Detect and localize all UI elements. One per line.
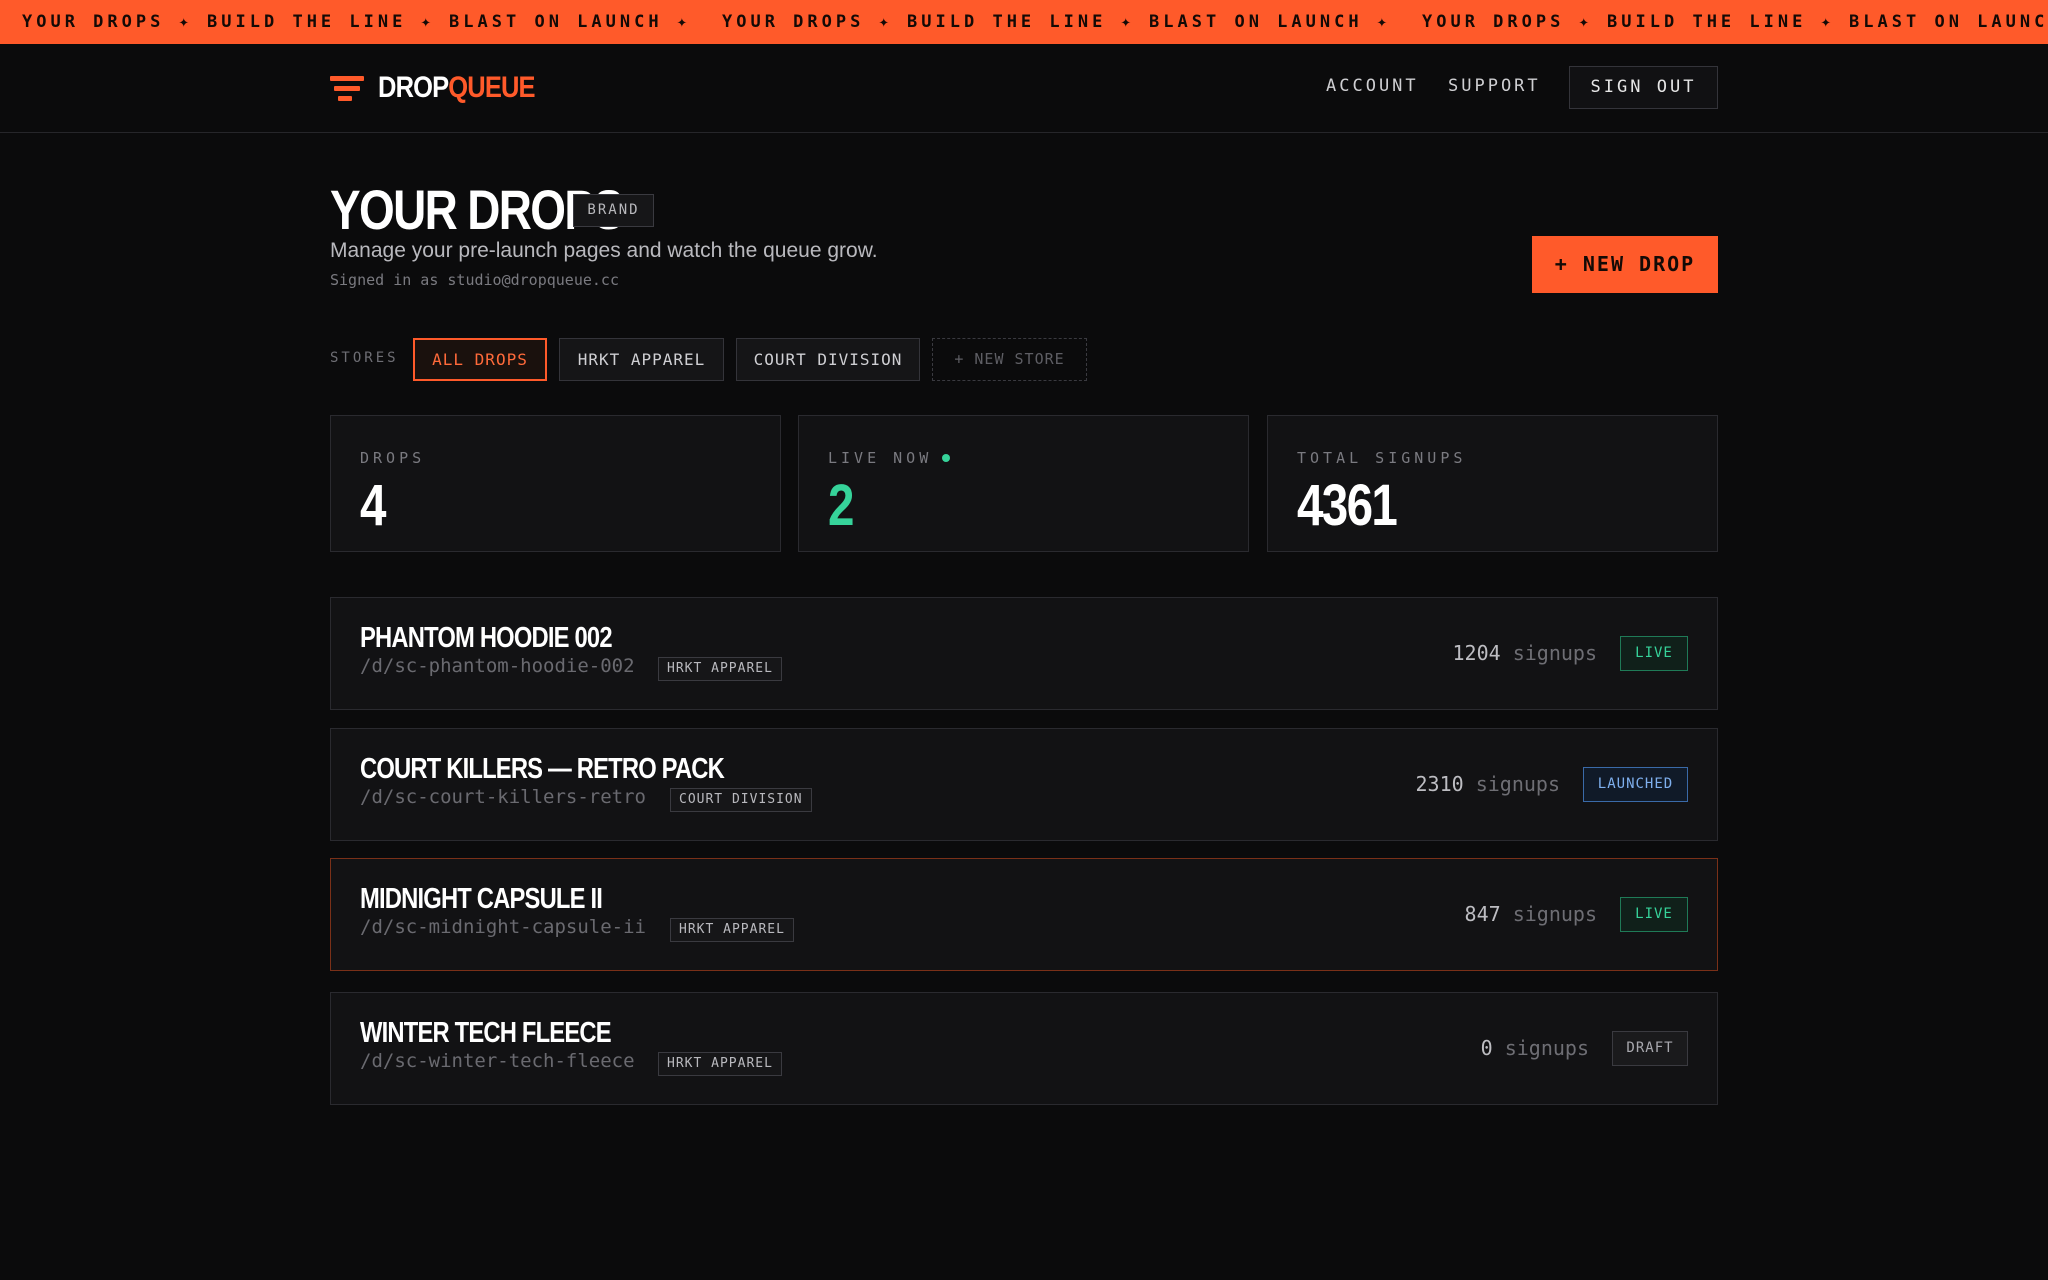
stat-label: DROPS (360, 449, 426, 467)
stat-value: 2 (828, 473, 854, 538)
store-tag: HRKT APPAREL (670, 918, 794, 942)
new-store-button[interactable]: + NEW STORE (932, 338, 1087, 381)
drop-path: /d/sc-midnight-capsule-ii (360, 916, 646, 938)
ticker-text: YOUR DROPS ✦ BUILD THE LINE ✦ BLAST ON L… (722, 12, 1392, 32)
drop-row[interactable]: MIDNIGHT CAPSULE II /d/sc-midnight-capsu… (330, 858, 1718, 971)
drop-row[interactable]: COURT KILLERS — RETRO PACK /d/sc-court-k… (330, 728, 1718, 841)
signup-count: 1204 signups (1452, 641, 1597, 665)
signup-count: 2310 signups (1415, 772, 1560, 796)
drop-name: COURT KILLERS — RETRO PACK (360, 753, 725, 785)
drop-row[interactable]: PHANTOM HOODIE 002 /d/sc-phantom-hoodie-… (330, 597, 1718, 710)
queue-stack-icon (330, 73, 366, 103)
signup-count: 0 signups (1480, 1036, 1589, 1060)
drop-path: /d/sc-winter-tech-fleece (360, 1050, 635, 1072)
store-tag: HRKT APPAREL (658, 1052, 782, 1076)
store-filter-hrkt-apparel[interactable]: HRKT APPAREL (559, 338, 724, 381)
stat-label: LIVE NOW (828, 449, 951, 467)
new-drop-button[interactable]: + NEW DROP (1532, 236, 1718, 293)
drop-path: /d/sc-court-killers-retro (360, 786, 646, 808)
stat-value: 4 (360, 473, 386, 538)
drop-name: PHANTOM HOODIE 002 (360, 622, 613, 654)
status-badge: LIVE (1620, 636, 1688, 671)
drop-row[interactable]: WINTER TECH FLEECE /d/sc-winter-tech-fle… (330, 992, 1718, 1105)
ticker-text: YOUR DROPS ✦ BUILD THE LINE ✦ BLAST ON L… (1422, 12, 2048, 32)
stores-label: STORES (330, 350, 399, 366)
stat-card-drops: DROPS 4 (330, 415, 781, 552)
status-badge: LIVE (1620, 897, 1688, 932)
status-badge: LAUNCHED (1583, 767, 1688, 802)
drop-name: WINTER TECH FLEECE (360, 1017, 612, 1049)
stat-value: 4361 (1297, 473, 1398, 538)
store-filter-court-division[interactable]: COURT DIVISION (736, 338, 920, 381)
ticker-text: YOUR DROPS ✦ BUILD THE LINE ✦ BLAST ON L… (22, 12, 692, 32)
page-subtitle: Manage your pre-launch pages and watch t… (330, 239, 878, 262)
status-badge: DRAFT (1612, 1031, 1688, 1066)
promo-ticker: YOUR DROPS ✦ BUILD THE LINE ✦ BLAST ON L… (0, 0, 2048, 44)
drop-path: /d/sc-phantom-hoodie-002 (360, 655, 635, 677)
drop-name: MIDNIGHT CAPSULE II (360, 883, 603, 915)
logo-wordmark: DROPQUEUE (378, 71, 536, 104)
store-tag: HRKT APPAREL (658, 657, 782, 681)
nav-account-link[interactable]: ACCOUNT (1326, 76, 1419, 96)
stat-card-total-signups: TOTAL SIGNUPS 4361 (1267, 415, 1718, 552)
top-header: DROPQUEUE ACCOUNT SUPPORT SIGN OUT (0, 44, 2048, 133)
logo[interactable]: DROPQUEUE (330, 70, 562, 106)
store-filter-all-drops[interactable]: ALL DROPS (413, 338, 547, 381)
role-badge: BRAND (573, 194, 654, 227)
stat-card-live-now: LIVE NOW 2 (798, 415, 1249, 552)
stat-label: TOTAL SIGNUPS (1297, 449, 1467, 467)
sign-out-button[interactable]: SIGN OUT (1569, 66, 1718, 109)
live-dot-icon (942, 454, 951, 462)
store-tag: COURT DIVISION (670, 788, 812, 812)
signed-in-text: Signed in as studio@dropqueue.cc (330, 271, 619, 289)
signup-count: 847 signups (1464, 902, 1597, 926)
nav-support-link[interactable]: SUPPORT (1448, 76, 1541, 96)
